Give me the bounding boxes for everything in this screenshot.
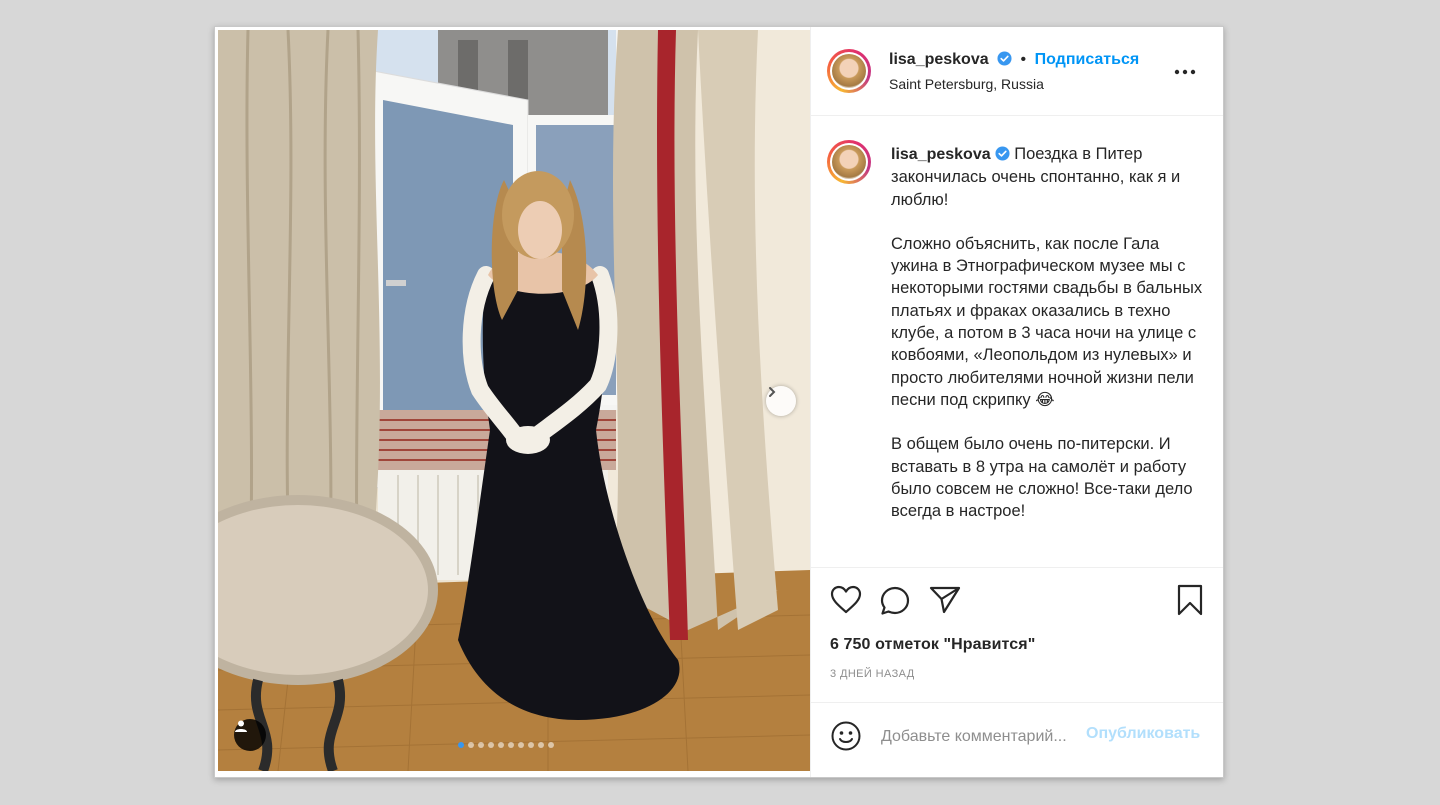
caption-paragraph-2: Сложно объяснить, как после Гала ужина в… [891, 234, 1203, 409]
save-button[interactable] [1176, 584, 1204, 621]
comment-form: Опубликовать [811, 702, 1223, 777]
caption-paragraph-1: lisa_peskova Поездка в Питер закончилась… [891, 143, 1209, 211]
likes-count[interactable]: 6 750 отметок "Нравится" [830, 636, 1035, 654]
avatar[interactable] [827, 49, 871, 93]
more-options-button[interactable] [1173, 63, 1197, 81]
carousel-dot [478, 742, 484, 748]
verified-badge-icon [997, 51, 1012, 66]
smiley-face-icon [831, 721, 861, 751]
post-caption: lisa_peskova Поездка в Питер закончилась… [891, 143, 1209, 544]
caption-username[interactable]: lisa_peskova [891, 146, 991, 163]
verified-badge-icon [995, 146, 1010, 161]
comment-input[interactable] [879, 723, 1083, 751]
carousel-next-button[interactable] [766, 386, 796, 416]
post-author-line: lisa_peskova • Подписаться [889, 51, 1139, 69]
more-horizontal-icon [1174, 69, 1196, 75]
comment-bubble-icon [880, 586, 910, 615]
caption-area: lisa_peskova Поездка в Питер закончилась… [811, 116, 1223, 566]
tagged-users-button[interactable] [234, 719, 266, 751]
caption-avatar[interactable] [827, 140, 871, 184]
instagram-post-card: lisa_peskova • Подписаться Saint Petersb… [214, 26, 1224, 778]
post-photo-illustration [218, 30, 810, 771]
emoji-button[interactable] [830, 720, 862, 757]
bookmark-icon [1177, 584, 1203, 616]
paper-plane-icon [929, 586, 961, 614]
carousel-dot [518, 742, 524, 748]
like-button[interactable] [830, 585, 862, 620]
carousel-dot [468, 742, 474, 748]
share-button[interactable] [929, 585, 961, 620]
post-header: lisa_peskova • Подписаться Saint Petersb… [811, 27, 1223, 116]
publish-comment-button[interactable]: Опубликовать [1086, 725, 1200, 743]
carousel-dot [508, 742, 514, 748]
post-location[interactable]: Saint Petersburg, Russia [889, 76, 1044, 92]
chevron-right-icon [769, 387, 776, 397]
post-author-username[interactable]: lisa_peskova [889, 51, 989, 68]
comment-button[interactable] [879, 585, 911, 622]
carousel-dot [488, 742, 494, 748]
user-icon [235, 720, 247, 732]
post-side-panel: lisa_peskova • Подписаться Saint Petersb… [810, 27, 1223, 777]
carousel-dot [458, 742, 464, 748]
heart-icon [830, 585, 862, 614]
carousel-indicator [458, 742, 554, 748]
carousel-dot [538, 742, 544, 748]
caption-paragraph-3: В общем было очень по-питерски. И встава… [891, 435, 1193, 521]
post-actions [811, 567, 1223, 616]
carousel-dot [498, 742, 504, 748]
separator-dot: • [1020, 51, 1027, 68]
post-photo[interactable] [218, 30, 810, 771]
follow-button[interactable]: Подписаться [1035, 51, 1140, 68]
post-date[interactable]: 3 дней назад [830, 668, 915, 680]
carousel-dot [528, 742, 534, 748]
carousel-dot [548, 742, 554, 748]
